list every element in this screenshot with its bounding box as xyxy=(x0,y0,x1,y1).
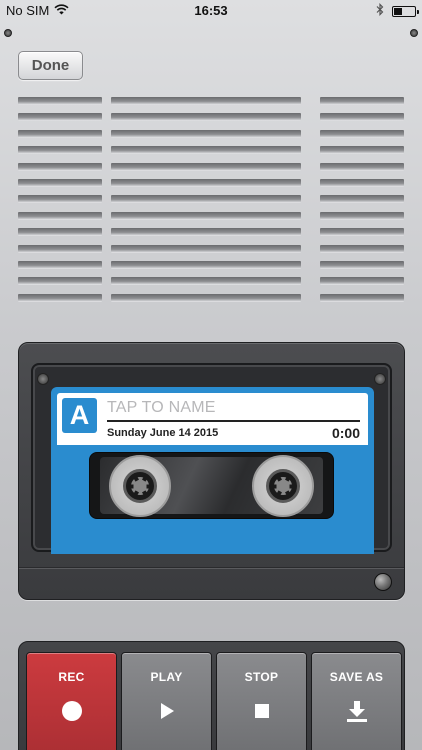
cassette-deck: A TAP TO NAME Sunday June 14 2015 0:00 xyxy=(18,342,405,600)
grille-slot xyxy=(320,146,404,155)
play-label: PLAY xyxy=(150,670,183,684)
grille-slot xyxy=(320,113,404,122)
hub-tooth xyxy=(146,484,152,488)
transport-controls: REC PLAY STOP SAVE AS xyxy=(18,641,405,750)
grille-slot xyxy=(111,277,301,286)
screw-top-left xyxy=(4,29,12,37)
grille-slot xyxy=(111,293,301,302)
side-badge: A xyxy=(62,398,97,433)
recording-date: Sunday June 14 2015 xyxy=(107,427,219,439)
hub-tooth xyxy=(128,484,134,488)
play-icon xyxy=(155,699,179,723)
grille-slot xyxy=(18,244,102,253)
grille-slot xyxy=(111,146,301,155)
cassette-tape[interactable]: A TAP TO NAME Sunday June 14 2015 0:00 xyxy=(51,387,374,554)
grille-slot xyxy=(320,97,404,105)
grille-slot xyxy=(320,244,404,253)
hub-tooth xyxy=(141,490,148,497)
stop-button[interactable]: STOP xyxy=(216,652,307,750)
grille-slot xyxy=(111,97,301,105)
rec-label: REC xyxy=(58,670,85,684)
eject-knob[interactable] xyxy=(374,573,392,591)
speaker-grille xyxy=(18,97,404,303)
screw-deck-left xyxy=(37,373,49,385)
stop-icon xyxy=(250,699,274,723)
cassette-label[interactable]: A TAP TO NAME Sunday June 14 2015 0:00 xyxy=(57,393,368,445)
hub-tooth xyxy=(275,490,282,497)
grille-slot xyxy=(111,129,301,138)
grille-slot xyxy=(111,162,301,171)
rec-button[interactable]: REC xyxy=(26,652,117,750)
grille-slot xyxy=(320,211,404,220)
grille-slot xyxy=(320,261,404,269)
grille-slot xyxy=(18,113,102,122)
hub-tooth xyxy=(271,484,277,488)
stop-label: STOP xyxy=(244,670,279,684)
hub-tooth xyxy=(284,490,291,497)
grille-slot xyxy=(111,113,301,122)
save-as-label: SAVE AS xyxy=(329,670,384,684)
record-icon xyxy=(60,699,84,723)
grille-slot xyxy=(111,244,301,253)
grille-slot xyxy=(18,277,102,286)
grille-slot xyxy=(18,211,102,220)
grille-slot xyxy=(111,179,301,187)
grille-slot xyxy=(18,162,102,171)
grille-slot xyxy=(18,146,102,155)
save-as-button[interactable]: SAVE AS xyxy=(311,652,402,750)
play-button[interactable]: PLAY xyxy=(121,652,212,750)
grille-slot xyxy=(320,195,404,204)
deck-window: A TAP TO NAME Sunday June 14 2015 0:00 xyxy=(31,363,392,554)
grille-slot xyxy=(111,195,301,204)
left-reel-hub xyxy=(123,469,157,503)
tap-to-name-field[interactable]: TAP TO NAME xyxy=(107,399,216,417)
grille-slot xyxy=(320,228,404,237)
screw-deck-right xyxy=(374,373,386,385)
download-icon xyxy=(345,699,369,723)
grille-slot xyxy=(320,179,404,187)
grille-slot xyxy=(18,228,102,237)
grille-slot xyxy=(18,293,102,302)
grille-slot xyxy=(111,228,301,237)
status-bar: No SIM 16:53 xyxy=(0,0,422,22)
battery-icon xyxy=(392,5,419,17)
grille-slot xyxy=(111,211,301,220)
grille-slot xyxy=(320,293,404,302)
grille-slot xyxy=(320,162,404,171)
left-reel xyxy=(109,455,171,517)
grille-slot xyxy=(320,129,404,138)
grille-slot xyxy=(18,179,102,187)
status-right xyxy=(376,3,419,19)
screw-top-right xyxy=(410,29,418,37)
label-underline xyxy=(107,420,360,422)
recording-duration: 0:00 xyxy=(331,425,360,441)
grille-slot xyxy=(111,261,301,269)
grille-slot xyxy=(18,97,102,105)
grille-slot xyxy=(18,261,102,269)
grille-slot xyxy=(320,277,404,286)
hub-tooth xyxy=(132,490,139,497)
battery-fill xyxy=(394,7,402,15)
grille-slot xyxy=(18,195,102,204)
bluetooth-icon xyxy=(376,3,384,19)
right-reel-hub xyxy=(266,469,300,503)
right-reel xyxy=(252,455,314,517)
deck-divider xyxy=(19,567,404,569)
hub-tooth xyxy=(289,484,295,488)
done-button[interactable]: Done xyxy=(18,51,83,80)
tape-window xyxy=(89,452,334,519)
status-time: 16:53 xyxy=(194,3,228,18)
grille-slot xyxy=(18,129,102,138)
